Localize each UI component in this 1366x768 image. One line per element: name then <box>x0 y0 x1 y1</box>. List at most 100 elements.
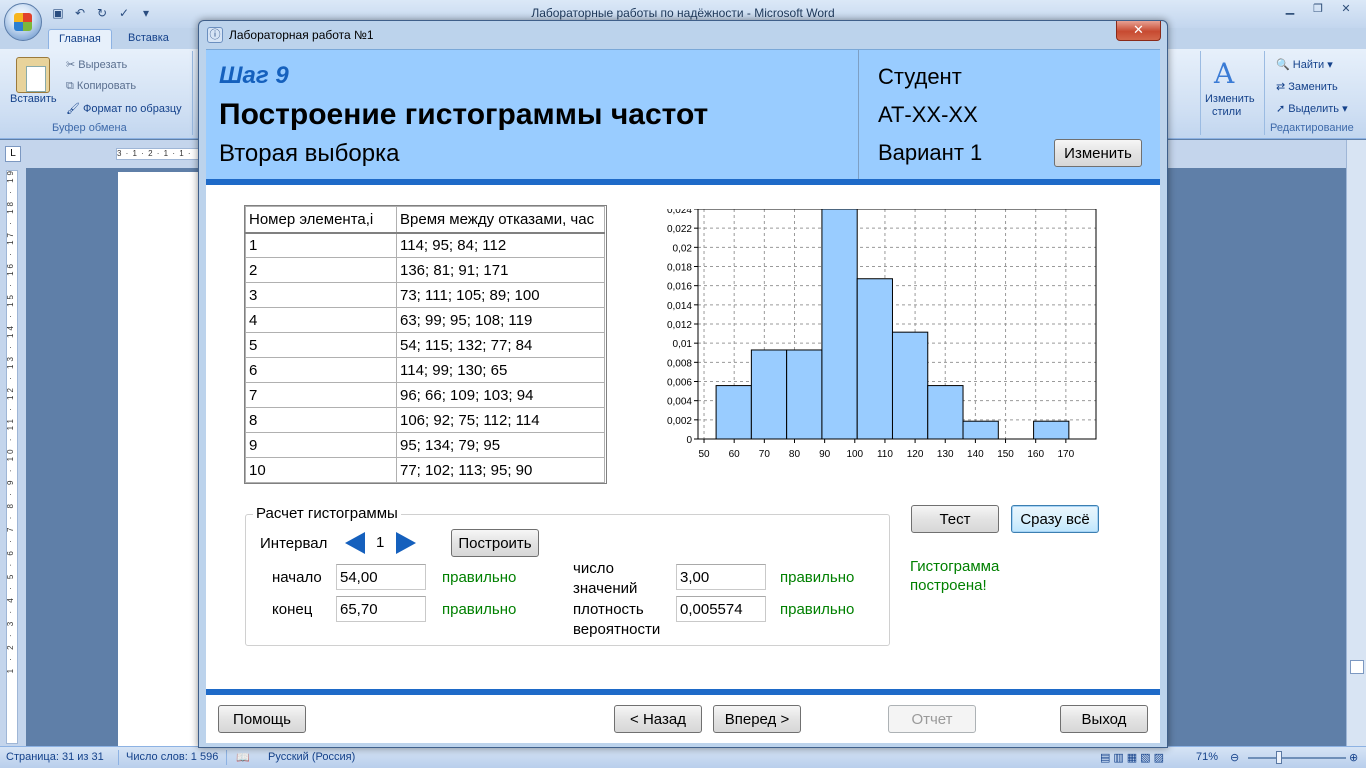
step-subtitle: Вторая выборка <box>219 140 400 167</box>
word-count[interactable]: Число слов: 1 596 <box>126 751 218 763</box>
count-input[interactable] <box>676 564 766 590</box>
zoom-slider-thumb[interactable] <box>1276 751 1282 764</box>
failure-times-cell: 136; 81; 91; 171 <box>396 257 605 283</box>
histogram-bar <box>821 209 858 440</box>
histogram-bar <box>786 349 823 440</box>
change-styles-icon[interactable]: A <box>1214 57 1234 90</box>
zoom-in-icon[interactable]: ⊕ <box>1349 751 1358 764</box>
help-button[interactable]: Помощь <box>218 705 306 733</box>
start-input[interactable] <box>336 564 426 590</box>
x-tick-label: 150 <box>997 449 1014 460</box>
exit-button[interactable]: Выход <box>1060 705 1148 733</box>
zoom-out-icon[interactable]: ⊖ <box>1230 751 1239 764</box>
page-count[interactable]: Страница: 31 из 31 <box>6 751 104 763</box>
replace-button[interactable]: ⇄ Заменить <box>1276 80 1338 93</box>
table-row: 4 63; 99; 95; 108; 119 <box>245 307 605 333</box>
format-painter-button[interactable]: 🖌 Формат по образцу <box>66 102 182 115</box>
ruler-strip[interactable]: 3 · 1 · 2 · 1 · 1 · <box>116 148 206 160</box>
close-icon[interactable]: ✕ <box>1332 0 1360 18</box>
select-button[interactable]: ➚ Выделить ▾ <box>1276 102 1348 115</box>
y-tick-label: 0,014 <box>667 301 692 312</box>
x-tick-label: 120 <box>907 449 924 460</box>
view-buttons[interactable]: ▤▥▦▧▨ <box>1100 751 1167 764</box>
build-button[interactable]: Построить <box>451 529 539 557</box>
y-tick-label: 0,02 <box>673 243 693 254</box>
next-interval-icon[interactable] <box>396 532 416 554</box>
status-separator <box>226 750 227 765</box>
x-tick-label: 60 <box>729 449 741 460</box>
y-tick-label: 0,01 <box>673 339 693 350</box>
table-row: 5 54; 115; 132; 77; 84 <box>245 332 605 358</box>
tab-insert[interactable]: Вставка <box>118 29 179 49</box>
dialog-close-button[interactable]: ✕ <box>1116 21 1161 41</box>
failure-times-cell: 77; 102; 113; 95; 90 <box>396 457 605 483</box>
y-tick-label: 0,024 <box>667 209 692 216</box>
count-status: правильно <box>780 569 855 586</box>
find-button[interactable]: 🔍 Найти ▾ <box>1276 58 1333 71</box>
vertical-scrollbar[interactable] <box>1346 140 1366 746</box>
find-label: Найти <box>1292 59 1325 71</box>
table-row: 6 114; 99; 130; 65 <box>245 357 605 383</box>
tab-home[interactable]: Главная <box>48 29 112 49</box>
paste-icon[interactable] <box>16 57 50 93</box>
select-label: Выделить <box>1288 103 1340 115</box>
table-row: 1 114; 95; 84; 112 <box>245 232 605 258</box>
histogram-chart: 50 60 70 80 90 100 110 120 130 140 150 160 170 0 0,002… <box>667 209 1097 460</box>
element-number-cell: 10 <box>245 457 397 483</box>
cut-button[interactable]: ✂ Вырезать <box>66 58 127 71</box>
column-header-times: Время между отказами, час <box>396 206 605 234</box>
table-row: 7 96; 66; 109; 103; 94 <box>245 382 605 408</box>
element-number-cell: 2 <box>245 257 397 283</box>
y-tick-label: 0,016 <box>667 282 692 293</box>
proofing-icon[interactable]: 📖 <box>236 751 250 764</box>
element-number-cell: 8 <box>245 407 397 433</box>
restore-icon[interactable]: ❐ <box>1304 0 1332 18</box>
all-at-once-button[interactable]: Сразу всё <box>1011 505 1099 533</box>
clipboard-group-label: Буфер обмена <box>52 122 127 134</box>
prev-interval-icon[interactable] <box>345 532 365 554</box>
report-button[interactable]: Отчет <box>888 705 976 733</box>
end-label: конец <box>272 601 313 618</box>
x-tick-label: 130 <box>937 449 954 460</box>
y-tick-label: 0,004 <box>667 397 692 408</box>
x-tick-label: 70 <box>759 449 771 460</box>
status-message: Гистограмма построена! <box>910 558 1000 594</box>
status-bar: Страница: 31 из 31 Число слов: 1 596 📖 Р… <box>0 746 1366 768</box>
density-label-1: плотность <box>573 601 644 618</box>
failure-times-table: Номер элемента,i Время между отказами, ч… <box>245 206 605 483</box>
element-number-cell: 4 <box>245 307 397 333</box>
failure-times-cell: 114; 95; 84; 112 <box>396 232 605 258</box>
y-tick-label: 0,002 <box>667 416 692 427</box>
failure-times-cell: 63; 99; 95; 108; 119 <box>396 307 605 333</box>
change-styles-label-2[interactable]: стили <box>1212 106 1241 118</box>
zoom-level[interactable]: 71% <box>1196 751 1218 763</box>
language-indicator[interactable]: Русский (Россия) <box>268 751 355 763</box>
zoom-slider[interactable] <box>1248 757 1346 759</box>
next-button[interactable]: Вперед > <box>713 705 801 733</box>
paste-button[interactable]: Вставить <box>10 93 57 105</box>
density-input[interactable] <box>676 596 766 622</box>
tab-stop-selector-icon[interactable]: L <box>5 146 21 162</box>
scroll-thumb[interactable] <box>1350 660 1364 674</box>
step-title: Построение гистограммы частот <box>219 98 709 131</box>
x-tick-label: 100 <box>846 449 863 460</box>
test-button[interactable]: Тест <box>911 505 999 533</box>
dialog-title-bar[interactable]: ⓘ Лабораторная работа №1 ✕ <box>199 21 1167 48</box>
change-styles-label-1[interactable]: Изменить <box>1205 93 1255 105</box>
start-status: правильно <box>442 569 517 586</box>
end-input[interactable] <box>336 596 426 622</box>
student-label: Студент <box>878 64 962 89</box>
dialog-content: Шаг 9 Построение гистограммы частот Втор… <box>206 49 1160 743</box>
back-button[interactable]: < Назад <box>614 705 702 733</box>
document-page[interactable] <box>118 172 206 746</box>
word-window-title: Лабораторные работы по надёжности - Micr… <box>531 6 835 20</box>
copy-button[interactable]: ⧉ Копировать <box>66 80 136 93</box>
change-student-button[interactable]: Изменить <box>1054 139 1142 167</box>
app-icon: ⓘ <box>207 27 223 43</box>
minimize-icon[interactable]: ▁ <box>1276 0 1304 18</box>
variant-label: Вариант 1 <box>878 140 983 165</box>
histogram-bar <box>715 385 752 440</box>
x-tick-label: 140 <box>967 449 984 460</box>
office-button[interactable] <box>4 3 42 41</box>
copy-label: Копировать <box>76 80 137 92</box>
